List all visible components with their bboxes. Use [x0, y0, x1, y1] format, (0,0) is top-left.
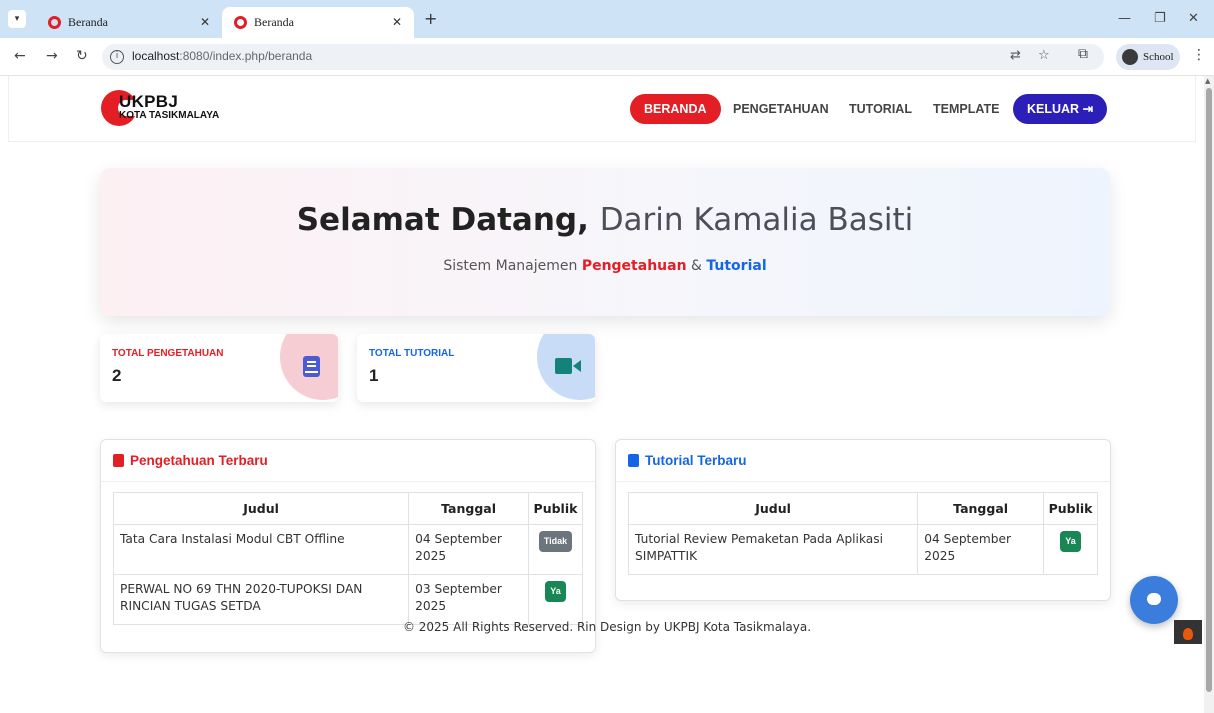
stat-card-knowledge: TOTAL PENGETAHUAN 2 [100, 334, 338, 402]
browser-tab-bar: ▾ Beranda ✕ Beranda ✕ + — ❐ ✕ [0, 0, 1214, 38]
tutorial-table: Judul Tanggal Publik Tutorial Review Pem… [627, 492, 1098, 575]
stat-value: 2 [112, 366, 122, 385]
logo-title[interactable]: UKPBJ [119, 92, 178, 112]
column-header[interactable]: Tanggal [917, 492, 1045, 525]
site-info-icon[interactable]: i [110, 50, 124, 64]
table-row[interactable]: Tutorial Review Pemaketan Pada Aplikasi … [627, 524, 1098, 575]
cell-public: Ya [528, 574, 583, 625]
profile-button[interactable]: School [1116, 44, 1180, 70]
panel-title: Pengetahuan Terbaru [130, 453, 268, 468]
scroll-up-icon[interactable]: ▲ [1205, 77, 1210, 85]
tab-search-button[interactable]: ▾ [8, 10, 26, 28]
status-badge: Ya [545, 581, 566, 602]
welcome-greeting: Selamat Datang, [296, 202, 589, 238]
page-viewport: UKPBJ KOTA TASIKMALAYA BERANDA PENGETAHU… [0, 76, 1204, 713]
table-header-row: Judul Tanggal Publik [112, 492, 583, 525]
browser-toolbar: ← → ↻ i localhost:8080/index.php/beranda… [0, 38, 1214, 76]
book-icon [628, 454, 639, 467]
panel-header: Pengetahuan Terbaru [101, 440, 595, 482]
reload-icon[interactable]: ↻ [76, 48, 88, 64]
site-favicon-icon [48, 16, 61, 29]
column-header[interactable]: Judul [627, 492, 919, 525]
address-bar[interactable]: i localhost:8080/index.php/beranda ⇄ ☆ [102, 44, 1104, 70]
codeigniter-logo-icon[interactable] [1174, 620, 1202, 644]
cell-public: Tidak [528, 524, 583, 575]
knowledge-table: Judul Tanggal Publik Tata Cara Instalasi… [112, 492, 583, 625]
scrollbar-thumb[interactable] [1206, 88, 1212, 692]
column-header[interactable]: Tanggal [408, 492, 529, 525]
page-footer: © 2025 All Rights Reserved. Rin Design b… [402, 620, 812, 634]
site-navbar: UKPBJ KOTA TASIKMALAYA BERANDA PENGETAHU… [8, 76, 1196, 142]
status-badge: Ya [1060, 531, 1081, 552]
book-icon [303, 356, 320, 382]
logout-button[interactable]: KELUAR ⇥ [1013, 94, 1108, 124]
welcome-banner: Selamat Datang, Darin Kamalia Basiti Sis… [100, 168, 1110, 316]
close-icon[interactable]: ✕ [392, 15, 402, 29]
window-close-icon[interactable]: ✕ [1188, 11, 1199, 26]
table-row[interactable]: PERWAL NO 69 THN 2020-TUPOKSI DAN RINCIA… [112, 574, 583, 625]
panel-title: Tutorial Terbaru [645, 453, 747, 468]
cell-date: 03 September 2025 [408, 574, 529, 625]
welcome-subtitle: Sistem Manajemen Pengetahuan & Tutorial [100, 258, 1110, 274]
column-header[interactable]: Judul [112, 492, 410, 525]
page-scrollbar[interactable]: ▲ [1204, 76, 1214, 713]
cell-date: 04 September 2025 [917, 524, 1045, 575]
stat-card-tutorial: TOTAL TUTORIAL 1 [357, 334, 595, 402]
profile-avatar-icon [1122, 49, 1138, 65]
site-favicon-icon [234, 16, 247, 29]
stat-value: 1 [369, 366, 379, 385]
video-camera-icon [555, 356, 581, 380]
subtitle-ampersand: & [691, 258, 702, 274]
table-row[interactable]: Tata Cara Instalasi Modul CBT Offline 04… [112, 524, 583, 575]
latest-tutorial-panel: Tutorial Terbaru Judul Tanggal Publik Tu… [615, 439, 1111, 601]
cell-public: Ya [1043, 524, 1098, 575]
tab-title: Beranda [254, 15, 294, 29]
logout-label: KELUAR [1027, 102, 1080, 116]
browser-tab-2[interactable]: Beranda ✕ [222, 7, 414, 38]
welcome-title: Selamat Datang, Darin Kamalia Basiti [100, 202, 1110, 238]
panel-header: Tutorial Terbaru [616, 440, 1110, 482]
column-header[interactable]: Publik [1043, 492, 1098, 525]
table-header-row: Judul Tanggal Publik [627, 492, 1098, 525]
nav-pengetahuan[interactable]: PENGETAHUAN [733, 94, 829, 124]
chat-button[interactable] [1130, 576, 1178, 624]
restore-icon[interactable]: ❐ [1154, 11, 1166, 26]
cell-title[interactable]: Tutorial Review Pemaketan Pada Aplikasi … [627, 524, 919, 575]
cell-title[interactable]: PERWAL NO 69 THN 2020-TUPOKSI DAN RINCIA… [112, 574, 410, 625]
chat-bubble-icon [1147, 593, 1161, 605]
nav-beranda[interactable]: BERANDA [630, 94, 721, 124]
welcome-user-name: Darin Kamalia Basiti [599, 202, 914, 238]
logout-icon: ⇥ [1082, 102, 1094, 116]
cell-date: 04 September 2025 [408, 524, 529, 575]
status-badge: Tidak [538, 531, 573, 552]
cell-title[interactable]: Tata Cara Instalasi Modul CBT Offline [112, 524, 410, 575]
translate-icon[interactable]: ⇄ [1010, 48, 1021, 63]
bookmark-star-icon[interactable]: ☆ [1038, 48, 1050, 63]
url-text: localhost:8080/index.php/beranda [132, 49, 313, 63]
browser-menu-icon[interactable]: ⋮ [1192, 47, 1206, 63]
stat-label: TOTAL TUTORIAL [369, 348, 455, 359]
subtitle-tutorial: Tutorial [706, 258, 767, 274]
logo-subtitle: KOTA TASIKMALAYA [119, 110, 220, 121]
browser-tab-1[interactable]: Beranda ✕ [36, 7, 222, 38]
extensions-icon[interactable]: ⧉ [1078, 46, 1088, 62]
forward-arrow-icon[interactable]: → [46, 48, 58, 64]
column-header[interactable]: Publik [528, 492, 583, 525]
stat-label: TOTAL PENGETAHUAN [112, 348, 224, 359]
close-icon[interactable]: ✕ [200, 15, 210, 29]
subtitle-knowledge: Pengetahuan [581, 258, 687, 274]
book-icon [113, 454, 124, 467]
tab-title: Beranda [68, 15, 108, 29]
subtitle-prefix: Sistem Manajemen [443, 258, 578, 274]
back-arrow-icon[interactable]: ← [14, 48, 26, 64]
minimize-icon[interactable]: — [1118, 11, 1131, 26]
nav-template[interactable]: TEMPLATE [933, 94, 999, 124]
profile-label: School [1143, 51, 1174, 63]
new-tab-button[interactable]: + [424, 11, 437, 27]
nav-tutorial[interactable]: TUTORIAL [849, 94, 912, 124]
